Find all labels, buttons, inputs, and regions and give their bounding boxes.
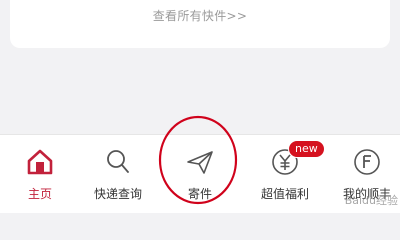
highlight-circle-annotation bbox=[158, 115, 238, 205]
watermark: Baidu经验 bbox=[344, 194, 398, 207]
